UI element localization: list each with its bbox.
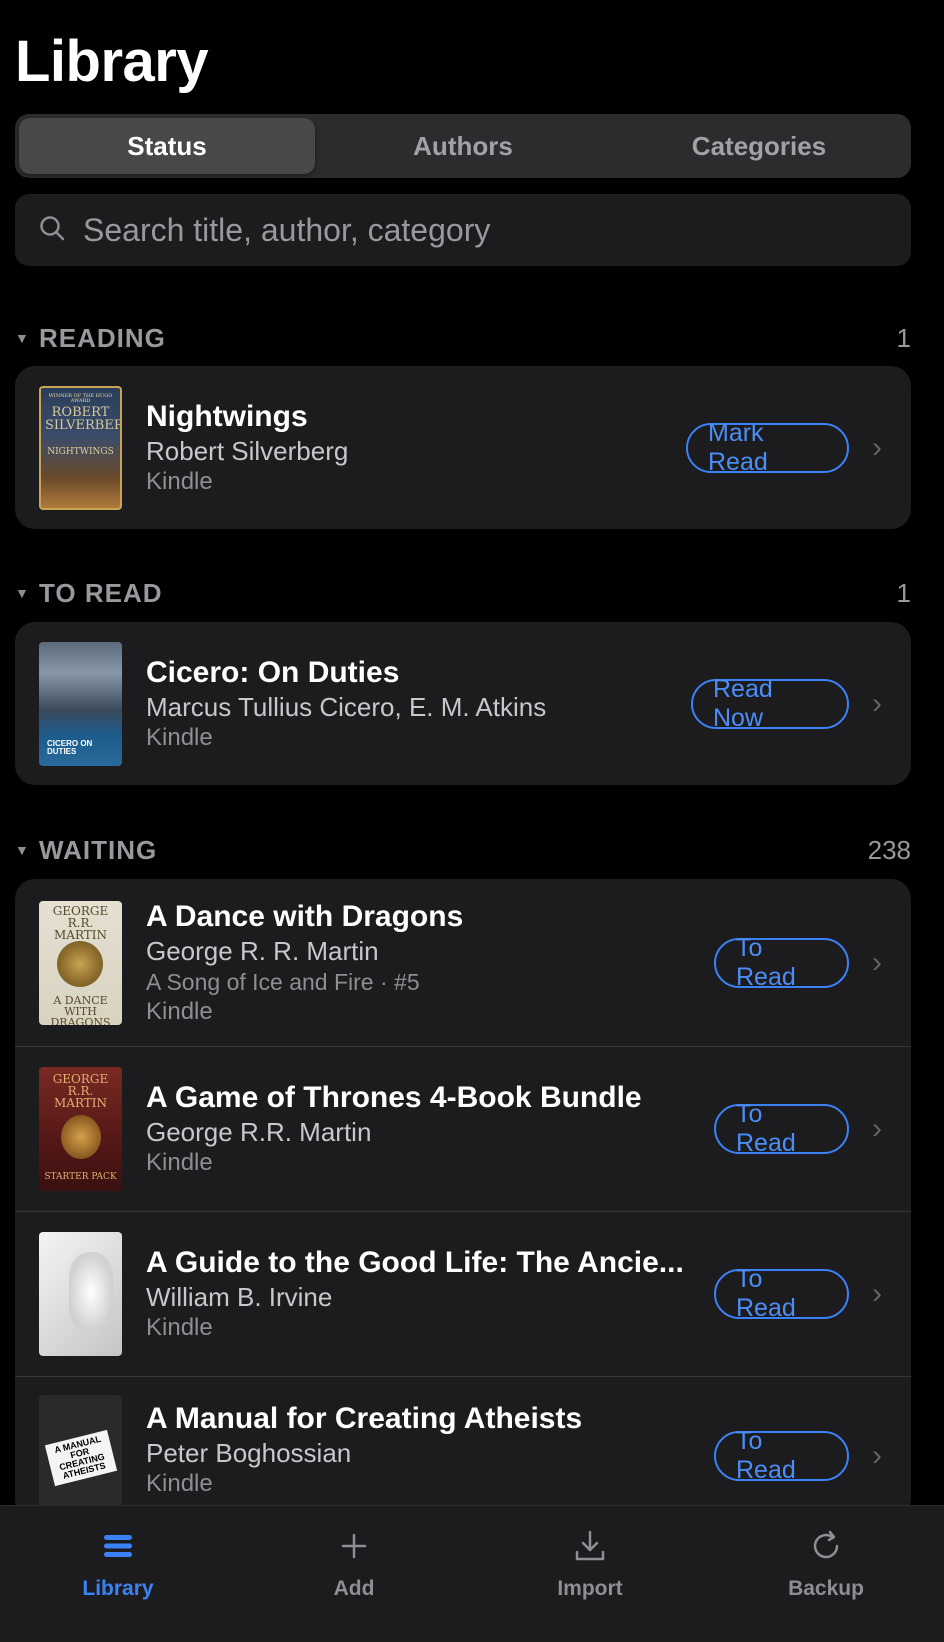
download-icon [572, 1528, 608, 1569]
book-format: Kindle [146, 1470, 213, 1497]
book-author: William B. Irvine [146, 1282, 333, 1312]
chevron-right-icon: › [872, 430, 882, 464]
segment-categories[interactable]: Categories [611, 118, 907, 174]
book-cover: GEORGE R.R. MARTIN A DANCE WITH DRAGONS [39, 900, 122, 1025]
cover-emblem [61, 1115, 101, 1159]
book-cover: CICERO ON DUTIES [39, 641, 122, 766]
book-format: Kindle [146, 1149, 213, 1176]
chevron-right-icon: › [872, 1439, 882, 1472]
section-count: 238 [867, 834, 911, 865]
book-author: Peter Boghossian [146, 1438, 352, 1468]
tab-label: Add [333, 1577, 375, 1600]
book-info: A Manual for Creating Atheists Peter Bog… [146, 1395, 714, 1499]
book-author: George R. R. Martin [146, 935, 379, 966]
tab-label: Library [82, 1577, 154, 1600]
book-row[interactable]: GEORGE R.R. MARTIN A DANCE WITH DRAGONS … [15, 879, 911, 1047]
book-row[interactable]: A MANUAL FOR CREATING ATHEISTS A Manual … [15, 1377, 911, 1519]
cover-top-text: WINNER OF THE HUGO AWARD [48, 392, 113, 404]
reading-card: WINNER OF THE HUGO AWARD ROBERT SILVERBE… [15, 366, 911, 529]
tab-import[interactable]: Import [472, 1506, 708, 1642]
to-read-button[interactable]: To Read [714, 1427, 849, 1484]
book-cover: WINNER OF THE HUGO AWARD ROBERT SILVERBE… [39, 385, 122, 510]
book-info: A Guide to the Good Life: The Ancie... W… [146, 1245, 714, 1343]
section-header-waiting[interactable]: ▼ WAITING 238 [15, 830, 911, 870]
chevron-right-icon: › [872, 945, 882, 979]
tab-bar: Library Add Import Backup [0, 1505, 944, 1642]
book-format: Kindle [146, 723, 213, 751]
plus-icon [336, 1528, 372, 1569]
mark-read-button[interactable]: Mark Read [686, 419, 849, 476]
book-author: Marcus Tullius Cicero, E. M. Atkins [146, 691, 547, 722]
section-header-reading[interactable]: ▼ READING 1 [15, 318, 911, 358]
book-author: Robert Silverberg [146, 435, 349, 466]
book-cover: A MANUAL FOR CREATING ATHEISTS [39, 1395, 122, 1519]
waiting-card: GEORGE R.R. MARTIN A DANCE WITH DRAGONS … [15, 879, 911, 1519]
cover-title-text: A DANCE WITH DRAGONS [50, 993, 111, 1025]
collapse-triangle-icon[interactable]: ▼ [15, 585, 39, 601]
search-placeholder: Search title, author, category [83, 211, 491, 248]
book-info: A Dance with Dragons George R. R. Martin… [146, 899, 714, 1027]
to-read-button[interactable]: To Read [714, 934, 849, 991]
segment-authors[interactable]: Authors [315, 118, 611, 174]
book-info: Cicero: On Duties Marcus Tullius Cicero,… [146, 655, 691, 753]
book-title: A Guide to the Good Life: The Ancie... [146, 1246, 684, 1279]
page-title: Library [15, 29, 209, 94]
tab-backup[interactable]: Backup [708, 1506, 944, 1642]
book-info: Nightwings Robert Silverberg Kindle [146, 399, 686, 497]
cover-author-text: GEORGE R.R. MARTIN [52, 903, 109, 942]
section-title: TO READ [39, 577, 163, 608]
to-read-button[interactable]: To Read [714, 1265, 849, 1322]
book-title: Nightwings [146, 399, 308, 433]
book-title: A Game of Thrones 4-Book Bundle [146, 1081, 642, 1114]
book-series: A Song of Ice and Fire · #5 [146, 968, 420, 995]
chevron-right-icon: › [872, 686, 882, 720]
book-row[interactable]: CICERO ON DUTIES Cicero: On Duties Marcu… [15, 622, 911, 785]
book-format: Kindle [146, 997, 213, 1025]
section-title: READING [39, 322, 166, 353]
chevron-right-icon: › [872, 1112, 882, 1145]
book-row[interactable]: A Guide to the Good Life: The Ancie... W… [15, 1212, 911, 1377]
chevron-right-icon: › [872, 1277, 882, 1310]
book-info: A Game of Thrones 4-Book Bundle George R… [146, 1080, 714, 1178]
section-title: WAITING [39, 834, 158, 865]
refresh-icon [808, 1528, 844, 1569]
tab-library[interactable]: Library [0, 1506, 236, 1642]
section-count: 1 [896, 322, 911, 353]
cover-title-text: STARTER PACK [44, 1172, 117, 1182]
tab-label: Import [557, 1577, 623, 1600]
search-icon [37, 213, 67, 248]
book-author: George R.R. Martin [146, 1117, 372, 1147]
library-icon [100, 1528, 136, 1569]
search-input[interactable]: Search title, author, category [15, 194, 911, 266]
tab-add[interactable]: Add [236, 1506, 472, 1642]
cover-title-text: NIGHTWINGS [47, 446, 114, 457]
tab-label: Backup [788, 1577, 864, 1600]
book-cover: GEORGE R.R. MARTIN STARTER PACK [39, 1067, 122, 1191]
cover-illustration [69, 1252, 113, 1332]
book-row[interactable]: WINNER OF THE HUGO AWARD ROBERT SILVERBE… [15, 366, 911, 529]
section-header-to-read[interactable]: ▼ TO READ 1 [15, 573, 911, 613]
book-title: A Manual for Creating Atheists [146, 1402, 583, 1435]
book-format: Kindle [146, 1314, 213, 1341]
cover-title-text: CICERO ON DUTIES [47, 738, 93, 756]
cover-author-text: ROBERT SILVERBERG [45, 404, 120, 433]
section-count: 1 [896, 577, 911, 608]
segment-status[interactable]: Status [19, 118, 315, 174]
to-read-button[interactable]: To Read [714, 1100, 849, 1157]
book-title: A Dance with Dragons [146, 899, 464, 933]
book-title: Cicero: On Duties [146, 655, 400, 689]
cover-seal [57, 940, 103, 987]
book-format: Kindle [146, 467, 213, 495]
cover-title-text: A MANUAL FOR CREATING ATHEISTS [44, 1429, 118, 1487]
cover-author-text: GEORGE R.R. MARTIN [52, 1072, 109, 1110]
collapse-triangle-icon[interactable]: ▼ [15, 842, 39, 858]
book-row[interactable]: GEORGE R.R. MARTIN STARTER PACK A Game o… [15, 1047, 911, 1212]
to-read-card: CICERO ON DUTIES Cicero: On Duties Marcu… [15, 622, 911, 785]
book-cover [39, 1232, 122, 1356]
read-now-button[interactable]: Read Now [691, 675, 849, 732]
collapse-triangle-icon[interactable]: ▼ [15, 330, 39, 346]
view-segmented-control: Status Authors Categories [15, 114, 911, 178]
